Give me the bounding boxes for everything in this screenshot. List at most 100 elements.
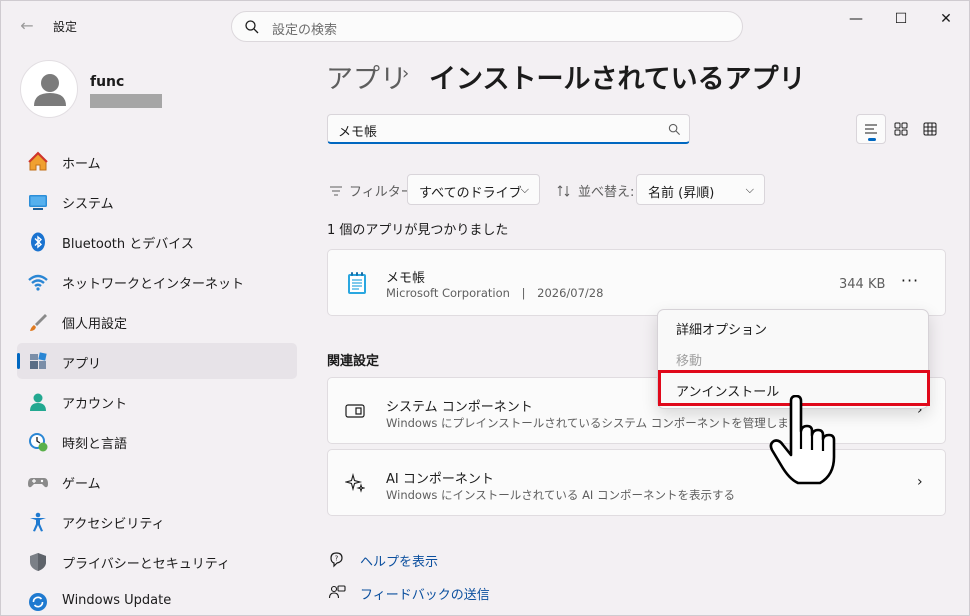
page-title: インストールされているアプリ <box>429 64 806 95</box>
card-title: AI コンポーネント <box>386 472 494 487</box>
sidebar-item-label: アクセシビリティ <box>62 517 165 532</box>
sidebar-item-label: アプリ <box>62 357 102 372</box>
tile-view-toggle[interactable] <box>886 114 916 144</box>
sidebar-nav: ホーム システム Bluetooth とデバイス ネットワークとインターネット … <box>17 143 297 616</box>
chevron-right-icon: › <box>917 474 923 490</box>
chevron-down-icon: ⌵ <box>520 183 529 196</box>
sidebar-item-personalization[interactable]: 個人用設定 <box>17 303 297 339</box>
sidebar-item-label: アカウント <box>62 397 128 412</box>
sidebar-item-label: 時刻と言語 <box>62 437 128 452</box>
drive-filter-value: すべてのドライブ <box>419 186 522 201</box>
minimize-button[interactable]: — <box>833 7 879 31</box>
sidebar-item-network[interactable]: ネットワークとインターネット <box>17 263 297 299</box>
sidebar-item-label: 個人用設定 <box>62 317 128 332</box>
time-language-icon <box>27 431 49 453</box>
sidebar-item-accessibility[interactable]: アクセシビリティ <box>17 503 297 539</box>
help-link-text[interactable]: ヘルプを表示 <box>360 551 438 570</box>
sidebar-item-apps[interactable]: アプリ <box>17 343 297 379</box>
gamepad-icon <box>27 471 49 493</box>
related-settings-title: 関連設定 <box>327 354 380 369</box>
hand-pointer-cursor-icon <box>769 395 836 485</box>
filter-icon <box>330 186 342 195</box>
shield-icon <box>27 551 49 573</box>
menu-item-advanced-options[interactable]: 詳細オプション <box>662 313 926 341</box>
grid-view-toggle[interactable] <box>915 114 945 144</box>
list-view-toggle[interactable] <box>856 114 886 144</box>
drive-filter-dropdown[interactable]: すべてのドライブ ⌵ <box>407 174 540 205</box>
brush-icon <box>27 311 49 333</box>
grid-view-icon <box>923 122 937 136</box>
help-link[interactable]: ? ヘルプを表示 <box>327 550 438 570</box>
app-install-date: 2026/07/28 <box>537 286 604 300</box>
wifi-icon <box>27 271 49 293</box>
feedback-link[interactable]: フィードバックの送信 <box>327 583 490 603</box>
system-icon <box>27 191 49 213</box>
breadcrumb-separator: › <box>402 63 410 84</box>
home-icon <box>27 151 49 173</box>
back-button[interactable]: ← <box>13 11 41 39</box>
active-indicator <box>17 353 20 369</box>
feedback-icon <box>327 583 347 603</box>
sidebar-item-system[interactable]: システム <box>17 183 297 219</box>
sidebar-item-home[interactable]: ホーム <box>17 143 297 179</box>
settings-window: ← 設定 設定の検索 — ☐ ✕ func ホーム システム Bluetooth… <box>0 0 970 616</box>
sort-label-text: 並べ替え: <box>578 185 635 200</box>
sort-icon <box>557 184 570 197</box>
help-icon: ? <box>327 550 347 570</box>
maximize-button[interactable]: ☐ <box>878 7 924 31</box>
list-view-icon <box>865 124 877 134</box>
ai-components-card[interactable]: AI コンポーネント Windows にインストールされている AI コンポーネ… <box>327 449 946 516</box>
chevron-down-icon: ⌵ <box>745 183 754 196</box>
settings-search-box[interactable]: 設定の検索 <box>231 11 743 42</box>
profile-email-redacted <box>90 94 162 108</box>
sidebar-item-label: Bluetooth とデバイス <box>62 237 194 252</box>
active-view-indicator <box>868 138 876 141</box>
menu-item-label: 移動 <box>676 354 703 369</box>
avatar[interactable] <box>20 60 78 118</box>
sidebar-item-label: ゲーム <box>62 477 101 492</box>
menu-item-move: 移動 <box>662 344 926 372</box>
sidebar-item-label: プライバシーとセキュリティ <box>62 557 230 572</box>
feedback-link-text[interactable]: フィードバックの送信 <box>360 584 490 603</box>
app-name: メモ帳 <box>386 271 426 286</box>
app-list-item[interactable]: メモ帳 Microsoft Corporation | 2026/07/28 3… <box>327 249 946 316</box>
more-options-button[interactable]: ··· <box>896 272 924 296</box>
card-subtitle: Windows にプレインストールされているシステム コンポーネントを管理します <box>386 416 801 430</box>
sidebar-item-accounts[interactable]: アカウント <box>17 383 297 419</box>
sidebar-item-gaming[interactable]: ゲーム <box>17 463 297 499</box>
card-subtitle: Windows にインストールされている AI コンポーネントを表示する <box>386 488 735 502</box>
app-size: 344 KB <box>839 277 886 292</box>
sort-value: 名前 (昇順) <box>648 186 715 201</box>
filter-label: フィルター: <box>329 181 418 200</box>
user-silhouette-icon <box>34 74 66 106</box>
breadcrumb-parent[interactable]: アプリ <box>326 57 407 96</box>
search-placeholder: 設定の検索 <box>272 23 338 38</box>
sort-label: 並べ替え: <box>557 181 634 200</box>
search-icon <box>668 123 681 136</box>
profile-name: func <box>90 74 125 90</box>
close-button[interactable]: ✕ <box>923 7 969 31</box>
apps-icon <box>27 351 49 373</box>
card-title: システム コンポーネント <box>386 400 533 415</box>
app-publisher: Microsoft Corporation <box>386 286 510 300</box>
app-search-input[interactable]: メモ帳 <box>327 114 690 144</box>
sidebar-item-windows-update[interactable]: Windows Update <box>17 583 297 616</box>
sidebar-item-label: Windows Update <box>62 593 172 608</box>
sidebar-item-label: ネットワークとインターネット <box>62 277 245 292</box>
app-title: 設定 <box>53 20 78 34</box>
app-search-value: メモ帳 <box>338 125 378 140</box>
title-bar: ← 設定 設定の検索 — ☐ ✕ <box>1 1 970 49</box>
account-icon <box>27 391 49 413</box>
sidebar-item-privacy[interactable]: プライバシーとセキュリティ <box>17 543 297 579</box>
sidebar-item-bluetooth[interactable]: Bluetooth とデバイス <box>17 223 297 259</box>
result-count: 1 個のアプリが見つかりました <box>327 223 509 238</box>
ai-sparkle-icon <box>344 472 366 494</box>
accessibility-icon <box>27 511 49 533</box>
svg-text:?: ? <box>335 555 339 563</box>
system-component-icon <box>344 400 366 422</box>
sidebar-item-label: ホーム <box>62 157 101 172</box>
sidebar-item-time-language[interactable]: 時刻と言語 <box>17 423 297 459</box>
sort-dropdown[interactable]: 名前 (昇順) ⌵ <box>636 174 765 205</box>
menu-item-label: 詳細オプション <box>676 323 768 338</box>
app-meta: Microsoft Corporation | 2026/07/28 <box>386 286 603 300</box>
